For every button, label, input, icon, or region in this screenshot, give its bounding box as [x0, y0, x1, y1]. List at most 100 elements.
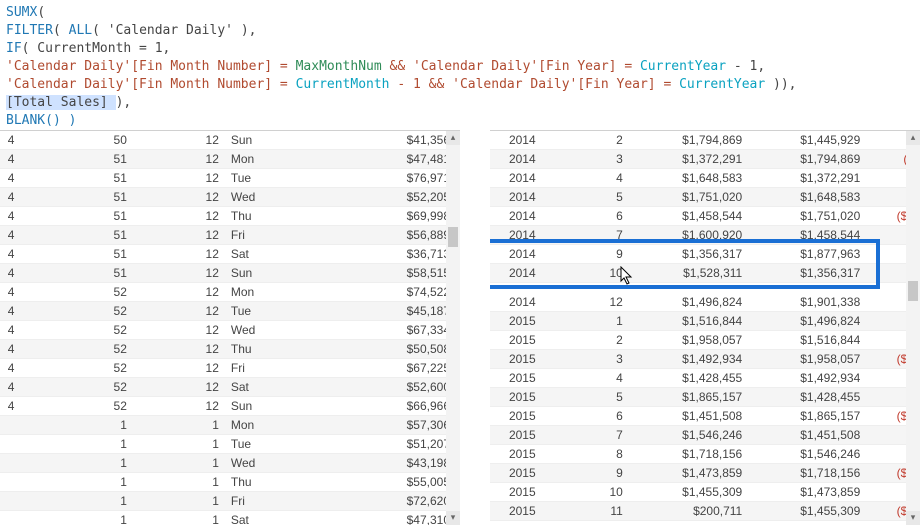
cell: $1,648,583	[629, 169, 748, 188]
table-row[interactable]: 45112Sun$58,515	[0, 264, 460, 283]
table-row[interactable]: 20143$1,372,291$1,794,869($	[490, 150, 920, 169]
cell: 51	[20, 264, 132, 283]
cell: $1,496,824	[629, 293, 748, 312]
cell: 11	[542, 501, 629, 520]
table-row[interactable]: 201511$200,711$1,455,309($1	[490, 501, 920, 520]
table-row[interactable]: 11Thu$55,005	[0, 473, 460, 492]
table-row[interactable]: 20154$1,428,455$1,492,934	[490, 368, 920, 387]
cell: $36,713	[286, 245, 460, 264]
table-row[interactable]: 45212Sun$66,966	[0, 397, 460, 416]
cell: 2014	[490, 188, 542, 207]
cell: 4	[542, 368, 629, 387]
left-scrollbar[interactable]: ▴ ▾	[446, 131, 460, 525]
right-scrollbar[interactable]: ▴ ▾	[906, 131, 920, 525]
cell: $200,711	[629, 501, 748, 520]
table-row[interactable]: 45112Tue$76,971	[0, 169, 460, 188]
table-row[interactable]: 201412$1,496,824$1,901,338	[490, 293, 920, 312]
table-row[interactable]: 45112Wed$52,205	[0, 188, 460, 207]
cell: 4	[0, 321, 20, 340]
cell: $1,600,920	[629, 226, 748, 245]
cell: $45,187	[286, 302, 460, 321]
table-row[interactable]: 45212Thu$50,508	[0, 340, 460, 359]
cell: 6	[542, 207, 629, 226]
table-row[interactable]: 201510$1,455,309$1,473,859	[490, 482, 920, 501]
cell: 4	[0, 150, 20, 169]
cell: 1	[133, 473, 225, 492]
table-row[interactable]: 20142$1,794,869$1,445,929	[490, 131, 920, 150]
cell: 7	[542, 425, 629, 444]
scroll-up-icon[interactable]: ▴	[446, 131, 460, 145]
cell: Thu	[225, 473, 286, 492]
table-row[interactable]: 45112Mon$47,481	[0, 150, 460, 169]
cell: $1,718,156	[748, 463, 866, 482]
cell: $58,515	[286, 264, 460, 283]
table-row[interactable]: 20159$1,473,859$1,718,156($2	[490, 463, 920, 482]
cell: 2014	[490, 131, 542, 150]
cell: 4	[0, 169, 20, 188]
cell: $43,198	[286, 454, 460, 473]
table-row[interactable]: 20157$1,546,246$1,451,508	[490, 425, 920, 444]
cell: 1	[133, 511, 225, 525]
table-row[interactable]: 20144$1,648,583$1,372,291$	[490, 169, 920, 188]
table-row[interactable]: 45212Wed$67,334	[0, 321, 460, 340]
table-row[interactable]: 45112Fri$56,889	[0, 226, 460, 245]
table-row[interactable]: 45212Fri$67,225	[0, 359, 460, 378]
table-row[interactable]: 11Wed$43,198	[0, 454, 460, 473]
table-row[interactable]: 45212Tue$45,187	[0, 302, 460, 321]
cell: 12	[133, 283, 225, 302]
table-row[interactable]: 20145$1,751,020$1,648,583$	[490, 188, 920, 207]
table-row[interactable]: 20146$1,458,544$1,751,020($2	[490, 207, 920, 226]
scroll-thumb[interactable]	[448, 227, 458, 247]
cell: 12	[133, 264, 225, 283]
cell: $1,428,455	[629, 368, 748, 387]
table-row[interactable]: 45212Mon$74,522	[0, 283, 460, 302]
table-row[interactable]: 11Tue$51,207	[0, 435, 460, 454]
cell: 2014	[490, 293, 542, 312]
table-row[interactable]: 45112Sat$36,713	[0, 245, 460, 264]
table-row[interactable]: 45212Sat$52,600	[0, 378, 460, 397]
table-row[interactable]: 20147$1,600,920$1,458,544$	[490, 226, 920, 245]
cell: 1	[133, 416, 225, 435]
scroll-thumb[interactable]	[908, 281, 918, 301]
cell: Wed	[225, 454, 286, 473]
cell: 2014	[490, 264, 542, 283]
cell: Mon	[225, 283, 286, 302]
daily-sales-table[interactable]: 45012Sun$41,35645112Mon$47,48145112Tue$7…	[0, 130, 460, 525]
cell: 51	[20, 207, 132, 226]
table-row[interactable]: 20155$1,865,157$1,428,455$	[490, 387, 920, 406]
cell: Thu	[225, 207, 286, 226]
cell: $51,207	[286, 435, 460, 454]
table-row[interactable]: 45112Thu$69,998	[0, 207, 460, 226]
table-row[interactable]: 201410$1,528,311$1,356,317	[490, 264, 920, 283]
cell: $55,005	[286, 473, 460, 492]
cell: $1,546,246	[748, 444, 866, 463]
cell: 52	[20, 321, 132, 340]
table-row[interactable]: 45012Sun$41,356	[0, 131, 460, 150]
table-row[interactable]: 20153$1,492,934$1,958,057($4	[490, 349, 920, 368]
dax-formula-editor[interactable]: SUMX( FILTER( ALL( 'Calendar Daily' ), I…	[0, 0, 920, 132]
cell: 2015	[490, 406, 542, 425]
scroll-down-icon[interactable]: ▾	[906, 511, 920, 525]
table-row[interactable]: 20158$1,718,156$1,546,246$	[490, 444, 920, 463]
cell	[0, 473, 20, 492]
table-row[interactable]: 11Mon$57,306	[0, 416, 460, 435]
cell: $1,356,317	[748, 264, 866, 283]
cell: 4	[0, 245, 20, 264]
table-row[interactable]: 11Sat$47,310	[0, 511, 460, 525]
cell: 4	[0, 283, 20, 302]
cell: $1,546,246	[629, 425, 748, 444]
cell: Sun	[225, 131, 286, 150]
table-row[interactable]: 20149$1,356,317$1,877,963	[490, 245, 920, 264]
cell: $1,451,508	[748, 425, 866, 444]
scroll-down-icon[interactable]: ▾	[446, 511, 460, 525]
table-row[interactable]: 20152$1,958,057$1,516,844$	[490, 330, 920, 349]
table-row[interactable]: 20156$1,451,508$1,865,157($4	[490, 406, 920, 425]
scroll-up-icon[interactable]: ▴	[906, 131, 920, 145]
cell: 7	[542, 226, 629, 245]
cell: 4	[0, 359, 20, 378]
table-row[interactable]: 11Fri$72,620	[0, 492, 460, 511]
cell: $1,718,156	[629, 444, 748, 463]
monthly-comparison-table[interactable]: 20142$1,794,869$1,445,92920143$1,372,291…	[490, 130, 920, 525]
table-row[interactable]: 20151$1,516,844$1,496,824	[490, 311, 920, 330]
cell: 12	[133, 131, 225, 150]
